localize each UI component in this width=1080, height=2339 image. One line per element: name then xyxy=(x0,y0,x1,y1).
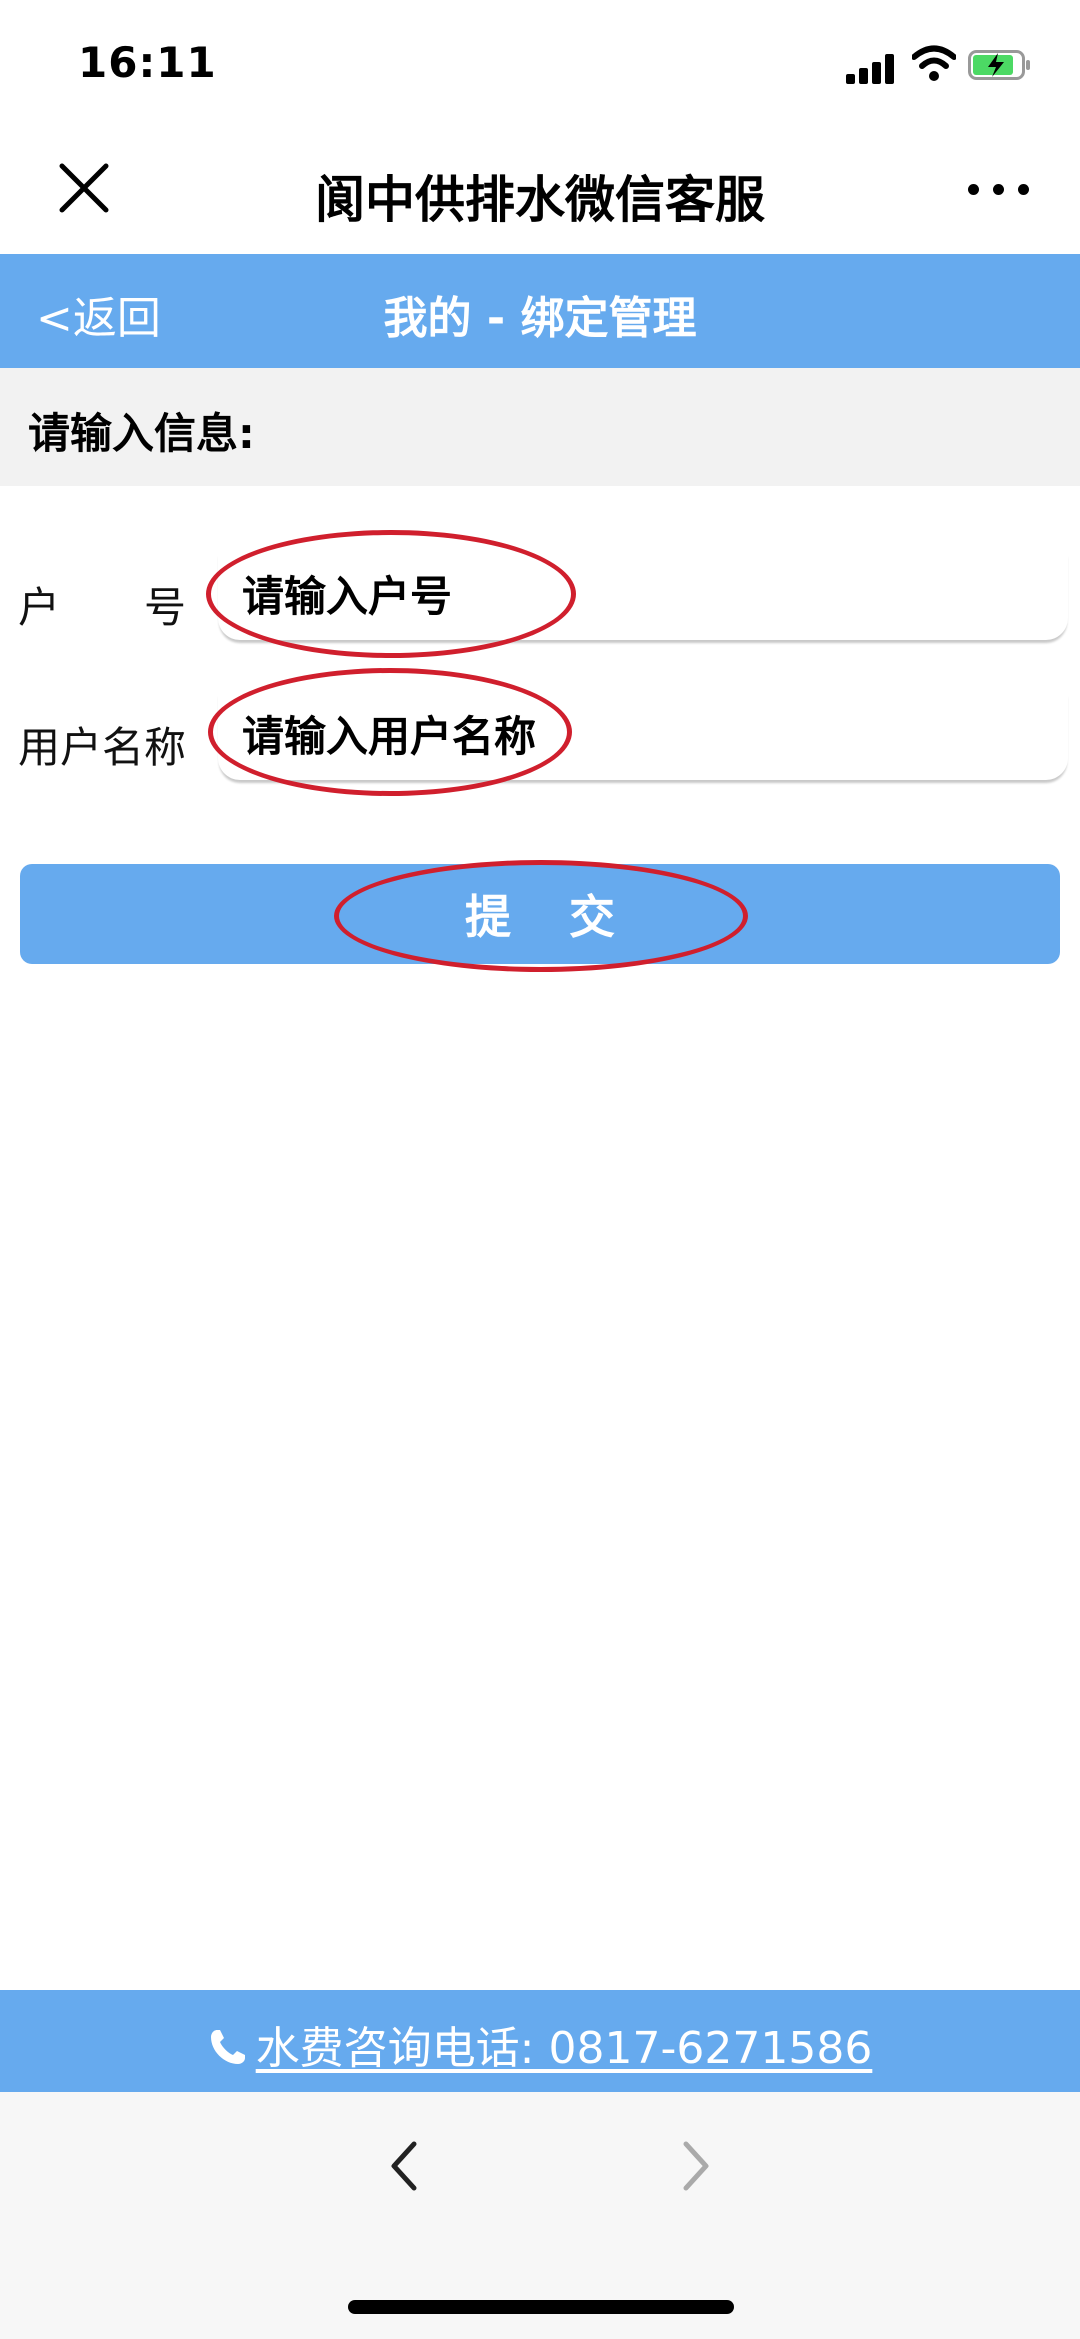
phone-icon xyxy=(210,2030,245,2064)
chevron-left-icon[interactable] xyxy=(376,2136,436,2196)
page-title: 阆中供排水微信客服 xyxy=(315,171,765,229)
wifi-icon xyxy=(912,45,956,81)
account-label: 户 号 xyxy=(18,583,187,632)
section-label: 请输入信息: xyxy=(28,409,255,458)
header-title: 我的 - 绑定管理 xyxy=(383,293,697,344)
annotation-ellipse xyxy=(208,668,572,796)
home-indicator xyxy=(348,2300,734,2314)
hotline-text: 水费咨询电话: 0817-6271586 xyxy=(255,2023,873,2074)
username-label: 用户名称 xyxy=(18,723,187,772)
more-icon[interactable] xyxy=(966,176,1032,202)
status-time: 16:11 xyxy=(78,38,217,87)
chevron-right-icon[interactable] xyxy=(664,2136,724,2196)
annotation-ellipse xyxy=(206,530,576,658)
annotation-ellipse xyxy=(334,860,748,972)
battery-icon xyxy=(968,50,1030,80)
signal-icon xyxy=(846,54,896,84)
hotline-link[interactable]: 水费咨询电话: 0817-6271586 xyxy=(0,2012,1080,2076)
